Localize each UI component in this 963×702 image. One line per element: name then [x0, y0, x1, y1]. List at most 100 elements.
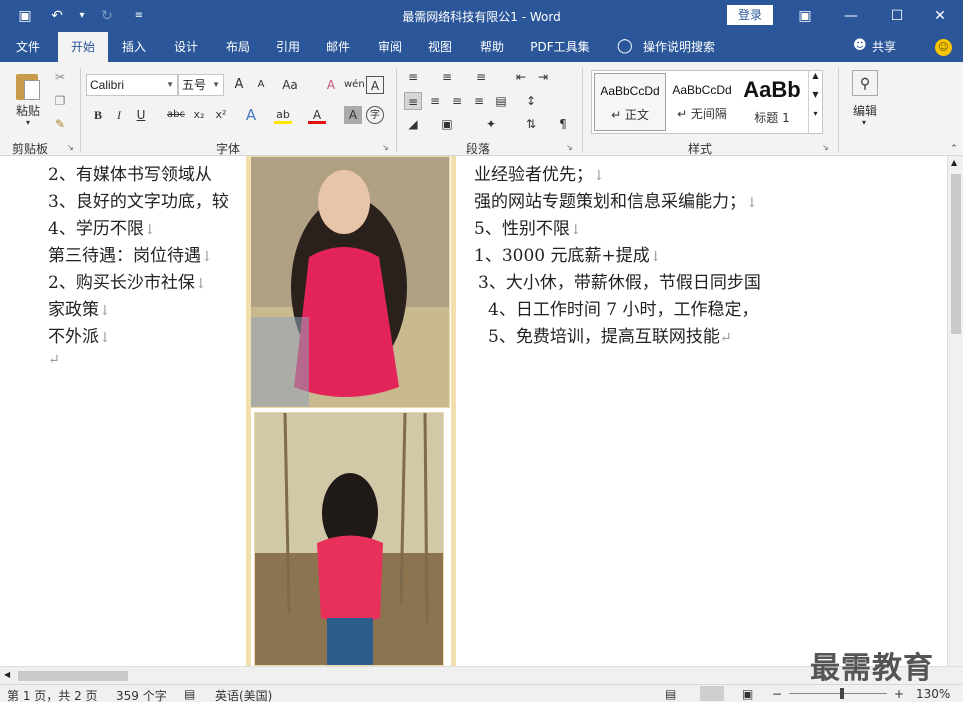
minimize-icon[interactable]: —	[828, 0, 874, 32]
highlight-icon[interactable]: ab	[274, 106, 292, 124]
italic-button[interactable]: I	[110, 106, 128, 124]
change-case-icon[interactable]: Aa	[279, 76, 301, 94]
document-page[interactable]: 2、有媒体书写领域从 3、良好的文字功底，较 4、学历不限↓ 第三待遇：岗位待遇…	[0, 156, 947, 666]
subscript-button[interactable]: x₂	[190, 106, 208, 124]
editing-dropdown-icon[interactable]: ▾	[858, 118, 870, 127]
distributed-icon[interactable]: ▤	[492, 92, 510, 110]
align-right-icon[interactable]: ≡	[448, 92, 466, 110]
login-button[interactable]: 登录	[727, 5, 773, 25]
feedback-smiley-icon[interactable]: ☺	[935, 39, 952, 56]
font-launcher-icon[interactable]: ↘	[382, 143, 392, 153]
styles-launcher-icon[interactable]: ↘	[822, 143, 832, 153]
ribbon-display-options-icon[interactable]: ▣	[782, 0, 828, 32]
chevron-down-icon[interactable]: ▼	[809, 90, 822, 99]
bullets-icon[interactable]: ≡	[404, 68, 422, 86]
proofing-icon[interactable]: ▤	[184, 687, 195, 701]
tab-design[interactable]: 设计	[166, 32, 206, 62]
style-heading-1[interactable]: AaBb 标题 1	[738, 73, 806, 131]
tab-insert[interactable]: 插入	[114, 32, 154, 62]
language-indicator[interactable]: 英语(美国)	[215, 687, 272, 702]
character-shading-icon[interactable]: A	[344, 106, 362, 124]
divider	[838, 68, 839, 152]
tab-pdf-tools[interactable]: PDF工具集	[526, 32, 594, 62]
zoom-level[interactable]: 130%	[916, 687, 950, 701]
scroll-up-icon[interactable]: ▲	[951, 158, 957, 167]
tab-home[interactable]: 开始	[58, 32, 108, 62]
decrease-indent-icon[interactable]: ⇤	[512, 68, 530, 86]
tab-file[interactable]: 文件	[6, 32, 50, 62]
clear-formatting-icon[interactable]: A	[322, 76, 340, 94]
align-left-icon[interactable]: ≡	[404, 92, 422, 110]
chinese-layout-icon[interactable]: ✦	[482, 115, 500, 133]
show-marks-icon[interactable]: ¶	[554, 115, 572, 133]
word-count[interactable]: 359 个字	[116, 687, 167, 702]
borders-icon[interactable]: ▣	[438, 115, 456, 133]
style-no-spacing[interactable]: AaBbCcDd ↵ 无间隔	[666, 73, 738, 131]
zoom-slider-thumb[interactable]	[840, 688, 844, 699]
horizontal-scroll-thumb[interactable]	[18, 671, 128, 681]
photo-girl-front[interactable]	[248, 156, 450, 408]
doc-line: 2、购买长沙市社保↓	[48, 273, 207, 293]
tab-help[interactable]: 帮助	[472, 32, 512, 62]
line-spacing-icon[interactable]: ↕	[522, 92, 540, 110]
photo-girl-back[interactable]	[254, 412, 444, 666]
align-center-icon[interactable]: ≡	[426, 92, 444, 110]
cut-icon[interactable]: ✂	[51, 68, 69, 86]
scroll-left-icon[interactable]: ◀	[4, 670, 10, 679]
numbering-icon[interactable]: ≡	[438, 68, 456, 86]
phonetic-guide-icon[interactable]: wén	[344, 76, 365, 94]
shrink-font-icon[interactable]: A	[252, 76, 270, 94]
tab-layout[interactable]: 布局	[218, 32, 258, 62]
zoom-slider[interactable]	[789, 693, 887, 694]
page-count[interactable]: 第 1 页，共 2 页	[7, 687, 98, 702]
underline-button[interactable]: U	[132, 106, 150, 124]
enclose-characters-icon[interactable]: 字	[366, 106, 384, 124]
shading-icon[interactable]: ◢	[404, 115, 422, 133]
title-bar: ▣ ↶ ▾ ↻ ≡ 最需网络科技有限公1 - Word 登录 ▣ — ☐ ✕	[0, 0, 963, 32]
font-color-icon[interactable]: A	[308, 106, 326, 124]
tab-review[interactable]: 审阅	[370, 32, 410, 62]
paste-icon[interactable]	[14, 70, 44, 100]
web-layout-icon[interactable]: ▣	[742, 687, 753, 701]
person-icon: ☻	[853, 38, 867, 53]
share-button[interactable]: 共享	[872, 32, 896, 62]
zoom-in-button[interactable]: +	[894, 687, 904, 701]
editing-button[interactable]: 编辑	[847, 102, 883, 119]
superscript-button[interactable]: x²	[212, 106, 230, 124]
tab-view[interactable]: 视图	[420, 32, 460, 62]
find-icon[interactable]: ⚲	[852, 70, 878, 96]
close-icon[interactable]: ✕	[917, 0, 963, 32]
tell-me-search[interactable]: 操作说明搜索	[643, 32, 715, 62]
clipboard-launcher-icon[interactable]: ↘	[67, 143, 77, 153]
sort-icon[interactable]: ⇅	[522, 115, 540, 133]
justify-icon[interactable]: ≡	[470, 92, 488, 110]
read-mode-icon[interactable]: ▤	[665, 687, 676, 701]
bold-button[interactable]: B	[89, 106, 107, 124]
chevron-up-icon[interactable]: ▲	[809, 71, 822, 80]
grow-font-icon[interactable]: A	[230, 76, 248, 94]
vertical-scroll-thumb[interactable]	[951, 174, 961, 334]
strikethrough-button[interactable]: abc	[164, 106, 188, 124]
font-name-combo[interactable]: Calibri ▼	[86, 74, 178, 96]
paragraph-launcher-icon[interactable]: ↘	[566, 143, 576, 153]
character-border-icon[interactable]: A	[366, 76, 384, 94]
multilevel-list-icon[interactable]: ≡	[472, 68, 490, 86]
more-styles-icon[interactable]: ▾	[809, 109, 822, 118]
tab-references[interactable]: 引用	[268, 32, 308, 62]
doc-line: 3、大小休，带薪休假，节假日同步国	[478, 273, 761, 293]
paste-button[interactable]: 粘贴	[10, 102, 46, 119]
increase-indent-icon[interactable]: ⇥	[534, 68, 552, 86]
style-normal[interactable]: AaBbCcDd ↵ 正文	[594, 73, 666, 131]
chevron-down-icon: ▼	[212, 80, 220, 89]
tab-mailings[interactable]: 邮件	[318, 32, 358, 62]
font-size-combo[interactable]: 五号 ▼	[178, 74, 224, 96]
vertical-scrollbar[interactable]: ▲	[947, 156, 963, 666]
zoom-out-button[interactable]: −	[772, 687, 782, 701]
copy-icon[interactable]: ❐	[51, 92, 69, 110]
text-effects-icon[interactable]: A	[242, 106, 260, 124]
format-painter-icon[interactable]: ✎	[51, 115, 69, 133]
maximize-icon[interactable]: ☐	[874, 0, 920, 32]
print-layout-icon[interactable]	[700, 686, 724, 701]
styles-scroll[interactable]: ▲ ▼ ▾	[808, 71, 822, 133]
paste-dropdown-icon[interactable]: ▾	[22, 118, 34, 127]
